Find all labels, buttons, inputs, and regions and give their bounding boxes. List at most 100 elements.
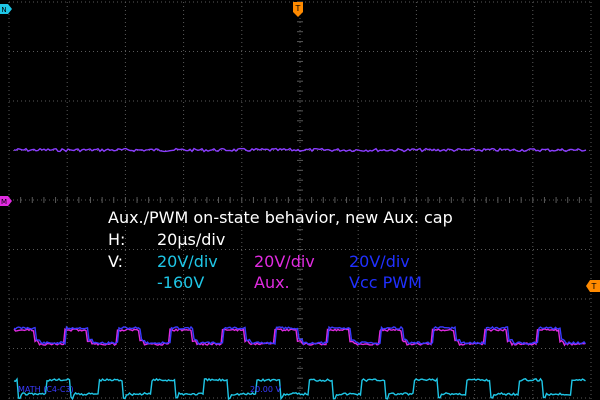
grid-dot: [474, 366, 476, 367]
grid-dot: [66, 170, 68, 171]
grid-dot: [590, 134, 592, 135]
grid-dot: [325, 51, 326, 52]
grid-dot: [474, 302, 476, 303]
grid-dot: [66, 70, 68, 71]
grid-dot: [541, 298, 542, 300]
grid-dot: [121, 298, 122, 300]
grid-dot: [121, 1, 122, 3]
grid-dot: [41, 348, 42, 349]
grid-dot: [357, 18, 359, 19]
grid-dot: [8, 122, 10, 123]
grid-dot: [590, 362, 592, 363]
grid-dot: [241, 38, 243, 39]
grid-dot: [321, 1, 322, 3]
grid-dot: [124, 370, 126, 371]
grid-dot: [124, 38, 126, 39]
grid-dot: [8, 322, 10, 323]
grid-dot: [565, 397, 566, 399]
grid-dot: [45, 249, 46, 250]
grid-dot: [449, 100, 450, 102]
grid-dot: [353, 199, 354, 201]
grid-dot: [532, 78, 534, 79]
grid-dot: [93, 100, 94, 102]
grid-dot: [66, 122, 68, 123]
grid-dot: [457, 199, 458, 201]
grid-dot: [505, 348, 506, 349]
grid-dot: [41, 1, 42, 3]
grid-dot: [474, 298, 476, 299]
grid-dot: [553, 199, 554, 201]
grid-dot: [8, 186, 10, 187]
grid-dot: [105, 199, 106, 201]
grid-dot: [305, 199, 306, 201]
grid-dot: [590, 154, 592, 155]
grid-dot: [124, 362, 126, 363]
grid-dot: [577, 199, 578, 201]
grid-dot: [299, 334, 301, 335]
grid-dot: [281, 298, 282, 300]
grid-dot: [101, 51, 102, 52]
grid-dot: [532, 338, 534, 339]
grid-dot: [66, 362, 68, 363]
grid-dot: [589, 150, 590, 151]
grid-dot: [293, 51, 294, 52]
grid-dot: [590, 370, 592, 371]
grid-dot: [590, 6, 592, 7]
grid-dot: [537, 298, 538, 300]
grid-dot: [241, 366, 243, 367]
grid-dot: [590, 214, 592, 215]
grid-dot: [66, 166, 68, 167]
grid-dot: [129, 397, 130, 399]
grid-dot: [241, 50, 243, 51]
grid-dot: [113, 1, 114, 3]
grid-dot: [590, 378, 592, 379]
grid-dot: [241, 178, 243, 179]
grid-dot: [497, 1, 498, 3]
grid-dot: [65, 51, 66, 52]
grid-dot: [183, 398, 185, 399]
grid-dot: [497, 100, 498, 102]
grid-dot: [532, 390, 534, 391]
grid-dot: [21, 348, 22, 349]
grid-dot: [66, 258, 68, 259]
grid-dot: [8, 310, 10, 311]
grid-dot: [124, 106, 126, 107]
grid-dot: [66, 302, 68, 303]
grid-dot: [590, 366, 592, 367]
grid-dot: [590, 390, 592, 391]
grid-dot: [117, 100, 118, 102]
grid-dot: [501, 1, 502, 3]
grid-dot: [241, 46, 243, 47]
grid-dot: [49, 1, 50, 3]
grid-dot: [453, 249, 454, 250]
grid-dot: [445, 100, 446, 102]
grid-dot: [299, 118, 301, 119]
grid-dot: [533, 150, 534, 151]
grid-dot: [415, 30, 417, 31]
grid-dot: [8, 282, 10, 283]
grid-dot: [205, 298, 206, 300]
grid-dot: [473, 199, 474, 201]
grid-dot: [69, 397, 70, 399]
grid-dot: [590, 374, 592, 375]
grid-dot: [590, 190, 592, 191]
grid-dot: [66, 6, 68, 7]
grid-dot: [124, 302, 126, 303]
grid-dot: [415, 306, 417, 307]
grid-dot: [157, 100, 158, 102]
grid-dot: [532, 38, 534, 39]
grid-dot: [149, 1, 150, 3]
grid-dot: [193, 100, 194, 102]
grid-dot: [590, 66, 592, 67]
grid-dot: [474, 134, 476, 135]
grid-dot: [66, 254, 68, 255]
grid-dot: [299, 154, 301, 155]
grid-dot: [293, 298, 294, 300]
grid-dot: [183, 298, 185, 299]
grid-dot: [565, 1, 566, 3]
grid-dot: [213, 51, 214, 52]
grid-dot: [533, 249, 534, 250]
grid-dot: [299, 250, 301, 251]
grid-dot: [357, 310, 359, 311]
grid-dot: [474, 330, 476, 331]
